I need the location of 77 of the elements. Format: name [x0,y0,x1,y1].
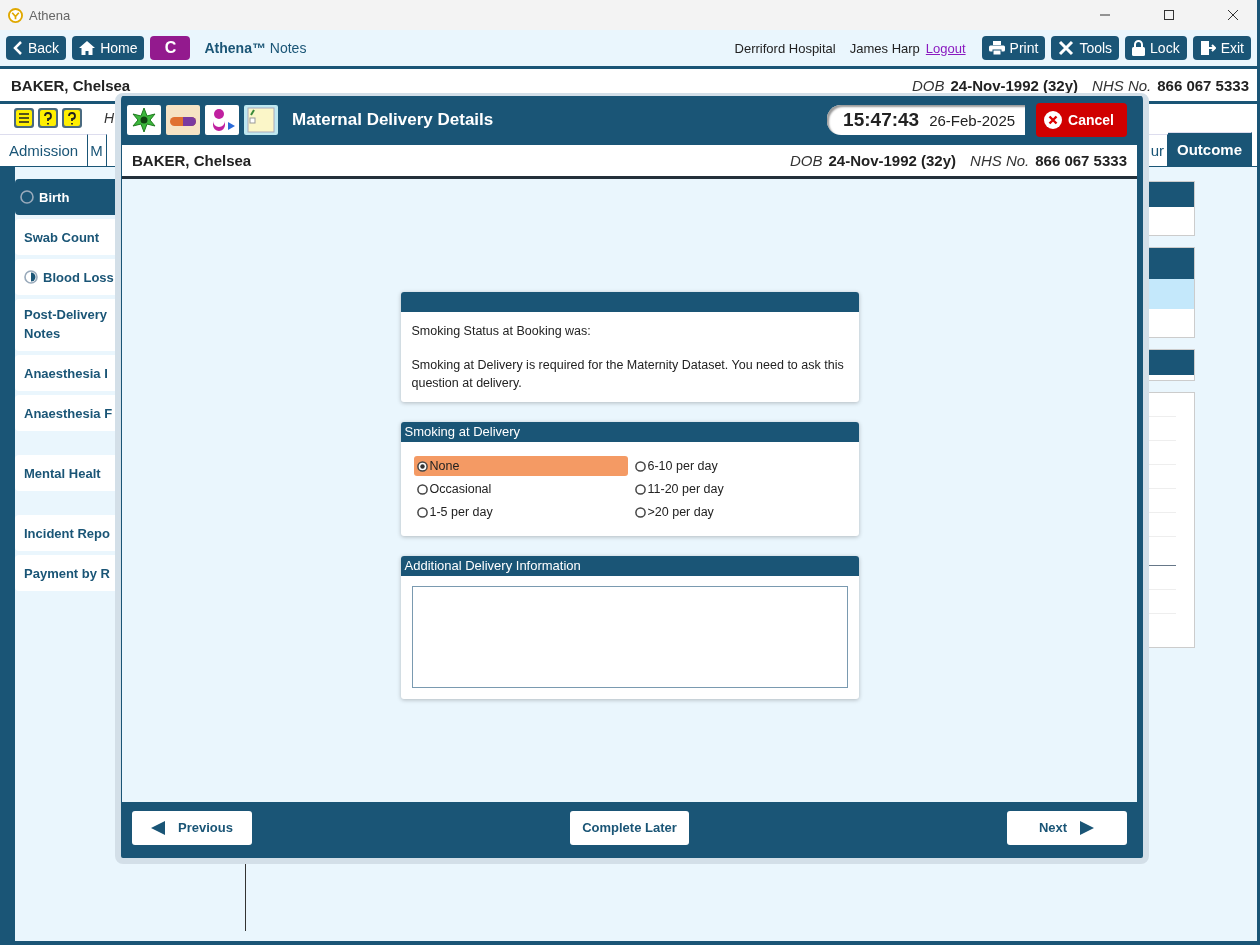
flower-icon[interactable] [127,105,161,135]
card-title: Smoking at Delivery [400,422,859,442]
dob-label: DOB [789,152,823,169]
notice-text: Smoking at Delivery is required for the Maternity Dataset. You need to ask this question at delivery. [411,357,845,392]
tab[interactable]: Admission [0,134,89,166]
dialog-title: Maternal Delivery Details [292,110,494,130]
date-text: 26-Feb-2025 [929,111,1016,129]
app-logo-icon [8,7,23,23]
radio-option[interactable]: 6-10 per day [631,456,846,476]
maximize-icon[interactable] [1163,9,1175,21]
alert-question-icon[interactable] [38,108,58,128]
left-triangle-icon [150,819,166,836]
sidebar-item[interactable]: Anaesthesia I [15,355,115,391]
notice-text: Smoking Status at Booking was: [411,323,592,340]
dob-label: DOB [911,76,945,94]
sidebar-item[interactable]: Mental Healt [15,455,115,491]
alert-question-icon[interactable] [62,108,82,128]
window-title: Athena [29,7,71,23]
next-button[interactable]: Next [1007,810,1127,845]
sidebar-item[interactable]: Birth [15,179,115,215]
sidebar-item[interactable]: Payment by R [15,555,115,591]
home-icon [79,41,96,55]
exit-icon [1199,40,1216,56]
capsule-icon[interactable] [166,105,200,135]
sidebar-item[interactable]: Post-Delivery Notes [15,299,115,351]
alert-list-icon[interactable] [14,108,34,128]
radio-option[interactable]: None [413,456,628,476]
alert-text: H [104,110,115,126]
lock-icon [1132,40,1146,56]
logout-link[interactable]: Logout [925,40,966,56]
time-text: 15:47:43 [843,109,920,131]
radio-option[interactable]: >20 per day [631,502,846,522]
sidebar-item[interactable]: Incident Repo [15,515,115,551]
radio-icon [634,460,646,472]
tools-button[interactable]: Tools [1051,36,1120,60]
user-name: James Harp [849,40,920,56]
exit-button[interactable]: Exit [1192,36,1251,60]
complete-later-button[interactable]: Complete Later [570,810,689,845]
cancel-button[interactable]: Cancel [1036,103,1127,137]
radio-icon [416,483,428,495]
nhs-number: 866 067 5333 [1035,152,1127,169]
right-triangle-icon [1079,819,1096,836]
close-icon[interactable] [1227,9,1239,21]
radio-icon [634,506,646,518]
home-button[interactable]: Home [72,36,145,60]
radio-option[interactable]: 11-20 per day [631,479,846,499]
radio-option[interactable]: Occasional [413,479,628,499]
dob-value: 24-Nov-1992 (32y) [828,152,957,169]
nhs-number: 866 067 5333 [1157,76,1249,94]
sidebar-item[interactable]: Blood Loss [15,259,115,295]
radio-icon [634,483,646,495]
close-circle-icon [1044,111,1063,129]
back-icon [13,41,23,55]
sidebar-item[interactable]: Anaesthesia F [15,395,115,431]
dob-value: 24-Nov-1992 (32y) [950,76,1079,94]
card-title: Additional Delivery Information [400,556,859,576]
sidebar-item[interactable]: Swab Count [15,219,115,255]
tab[interactable]: M [88,134,107,166]
print-button[interactable]: Print [981,36,1046,60]
radio-icon [416,460,428,472]
nhs-label: NHS No. [1092,76,1152,94]
text-area[interactable] [411,586,848,688]
tab[interactable]: ur [1148,134,1168,166]
tools-icon [1058,40,1075,56]
patient-name: BAKER, Chelsea [132,152,252,169]
patient-name: BAKER, Chelsea [11,76,131,94]
context-badge[interactable]: C [150,36,191,60]
radio-option[interactable]: 1-5 per day [413,502,628,522]
previous-button[interactable]: Previous [132,810,252,845]
tab[interactable]: Outcome [1168,132,1252,166]
nhs-label: NHS No. [970,152,1030,169]
radio-icon [416,506,428,518]
printer-icon [988,41,1005,55]
app-name: Athena™ Notes [204,40,307,56]
lock-button[interactable]: Lock [1125,36,1187,60]
hospital-name: Derriford Hospital [734,40,836,56]
back-button[interactable]: Back [6,36,67,60]
